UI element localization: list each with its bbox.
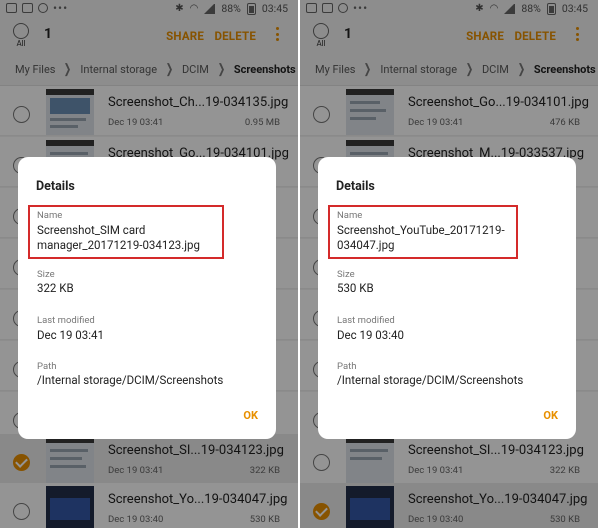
right-screen: ••• ✱ ◠ 88% 03:45 All 1 SHARE DELETE My … [300,0,598,528]
last-modified-label: Last modified [337,315,395,326]
path-value: /Internal storage/DCIM/Screenshots [337,373,524,387]
last-modified-value: Dec 19 03:40 [337,328,404,342]
path-label: Path [37,361,57,372]
name-value: Screenshot_YouTube_20171219-034047.jpg [337,223,505,252]
size-label: Size [337,269,355,280]
left-screen: ••• ✱ ◠ 88% 03:45 All 1 SHARE DELETE My … [0,0,298,528]
name-value: Screenshot_SIM card manager_20171219-034… [37,223,200,252]
size-value: 322 KB [37,281,74,295]
path-label: Path [337,361,357,372]
details-dialog: Details Name Screenshot_YouTube_20171219… [318,157,576,439]
last-modified-label: Last modified [37,315,95,326]
ok-button[interactable]: OK [543,409,558,422]
size-value: 530 KB [337,281,374,295]
path-value: /Internal storage/DCIM/Screenshots [37,373,224,387]
details-dialog: Details Name Screenshot_SIM card manager… [18,157,276,439]
name-label: Name [337,210,363,221]
dialog-title: Details [36,179,75,194]
last-modified-value: Dec 19 03:41 [37,328,104,342]
dialog-title: Details [336,179,375,194]
ok-button[interactable]: OK [243,409,258,422]
size-label: Size [37,269,55,280]
name-label: Name [37,210,63,221]
